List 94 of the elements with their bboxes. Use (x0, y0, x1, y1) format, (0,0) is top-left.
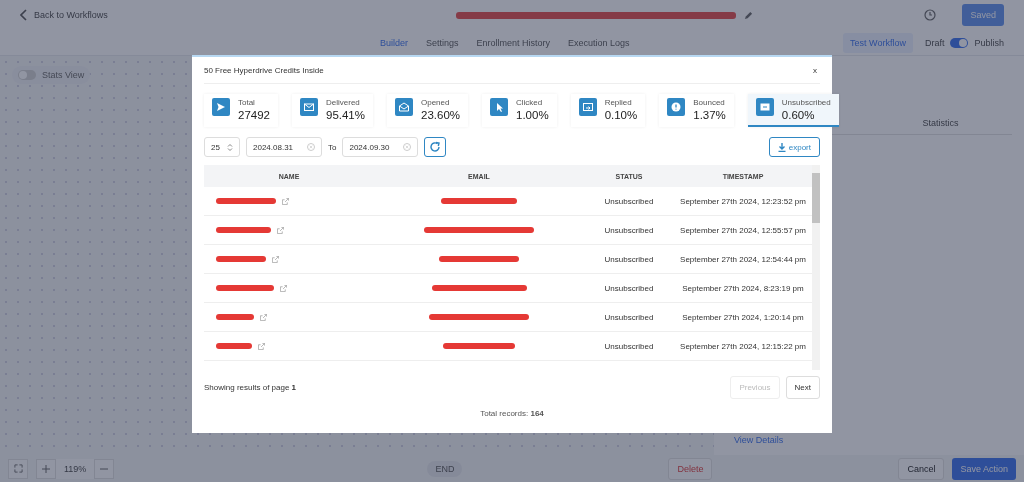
stat-value: 1.37% (693, 109, 726, 121)
table-cell-text: Unsubscribed (603, 196, 655, 206)
modal-title: 50 Free Hyperdrive Credits Inside (204, 65, 324, 75)
publish-label: Publish (974, 37, 1004, 48)
stat-label: Bounced (693, 98, 726, 107)
envelope-minus-icon (755, 98, 774, 116)
redaction-mark (216, 227, 271, 233)
stat-label: Delivered (326, 98, 361, 107)
plus-icon (42, 464, 50, 473)
draft-label: Draft (924, 37, 945, 48)
back-link[interactable]: Back to Workflows (20, 9, 108, 21)
table-cell-text: September 27th 2024, 1:20:14 pm (681, 312, 805, 322)
table-cell-text: Unsubscribed (603, 341, 655, 351)
publish-toggle[interactable] (950, 37, 969, 48)
chevron-left-icon (20, 9, 28, 21)
statistics-tab[interactable]: Statistics (869, 112, 1012, 135)
redaction-mark (216, 285, 274, 291)
clear-icon (403, 143, 412, 151)
total-records: Total records: 164 (480, 409, 544, 418)
pencil-icon (743, 10, 753, 20)
paper-plane-icon (212, 98, 230, 116)
external-link-icon[interactable] (280, 284, 287, 292)
cancel-button[interactable]: Cancel (898, 457, 945, 480)
stat-label: Clicked (516, 98, 544, 107)
external-link-icon[interactable] (260, 313, 267, 321)
stat-card[interactable]: Delivered 95.41% (292, 94, 373, 127)
redaction-mark (443, 343, 515, 349)
table-cell-text: September 27th 2024, 12:54:44 pm (679, 254, 807, 264)
external-link-icon[interactable] (282, 197, 289, 205)
page-size-field[interactable]: 25 (204, 137, 240, 157)
external-link-icon[interactable] (272, 255, 279, 263)
close-button[interactable]: x (810, 63, 820, 77)
redaction-mark (216, 198, 276, 204)
table-cell-text: September 27th 2024, 8:23:19 pm (681, 283, 805, 293)
refresh-icon (429, 141, 442, 153)
stat-label: Opened (421, 98, 451, 107)
nav-tab[interactable]: Builder (380, 33, 408, 52)
redaction-mark (216, 314, 254, 320)
external-link-icon[interactable] (277, 226, 284, 234)
stat-value: 0.60% (781, 109, 816, 121)
table-cell-text: September 27th 2024, 12:15:22 pm (679, 341, 807, 351)
zoom-level: 119% (63, 463, 88, 474)
expand-icon (13, 464, 23, 473)
download-icon (777, 142, 786, 152)
redaction-mark (216, 256, 266, 262)
stat-label: Total (238, 98, 256, 107)
next-button[interactable]: Next (785, 376, 820, 399)
stats-view-label: Stats View (42, 70, 85, 80)
view-details-link[interactable]: View Details (726, 431, 1012, 449)
zoom-out-button[interactable] (94, 458, 115, 479)
end-node: END (427, 460, 463, 477)
spinner-arrows-icon (227, 142, 233, 152)
table-cell-text: Unsubscribed (603, 225, 655, 235)
stat-label: Unsubscribed (781, 98, 831, 107)
stat-label: Replied (604, 98, 633, 107)
fullscreen-button[interactable] (8, 458, 28, 479)
stat-card[interactable]: Replied 0.10% (570, 94, 646, 127)
table-cell-text: September 27th 2024, 12:23:52 pm (679, 196, 807, 206)
test-workflow-button[interactable]: Test Workflow (843, 32, 913, 53)
stat-card[interactable]: Total 27492 (204, 94, 278, 127)
table-cell-text: Unsubscribed (603, 254, 655, 264)
stat-value: 0.10% (604, 109, 638, 121)
saved-button[interactable]: Saved (962, 4, 1004, 26)
stat-card[interactable]: Opened 23.60% (387, 94, 468, 127)
open-envelope-icon (395, 98, 413, 116)
stat-card[interactable]: Unsubscribed 0.60% (747, 94, 839, 127)
table-cell-text: Unsubscribed (603, 283, 655, 293)
nav-tab[interactable]: Enrollment History (476, 33, 551, 52)
page-summary: Showing results of page 1 (204, 383, 297, 392)
to-label: To (328, 142, 337, 152)
cursor-icon (490, 98, 508, 116)
stat-value: 1.00% (516, 109, 549, 121)
clock-icon[interactable] (924, 9, 937, 21)
stat-value: 95.41% (326, 109, 365, 121)
start-date-field[interactable]: 2024.08.31 (246, 137, 322, 157)
stat-value: 23.60% (421, 109, 460, 121)
scrollbar[interactable] (812, 165, 820, 370)
stat-card[interactable]: Bounced 1.37% (659, 94, 734, 127)
save-action-button[interactable]: Save Action (952, 457, 1016, 480)
table-cell-text: September 27th 2024, 12:55:57 pm (679, 225, 807, 235)
nav-tab[interactable]: Settings (426, 33, 459, 52)
stat-card[interactable]: Clicked 1.00% (482, 94, 557, 127)
refresh-button[interactable] (424, 137, 447, 157)
export-button[interactable]: export (768, 137, 820, 157)
nav-tab[interactable]: Execution Logs (568, 33, 630, 52)
clear-icon (307, 143, 315, 151)
redaction-mark (216, 343, 252, 349)
external-link-icon[interactable] (258, 342, 265, 350)
stat-value: 27492 (238, 109, 270, 121)
alert-icon (667, 98, 686, 116)
delete-button[interactable]: Delete (668, 457, 713, 480)
table-cell-text: Unsubscribed (603, 312, 655, 322)
end-date-field[interactable]: 2024.09.30 (342, 137, 419, 157)
zoom-in-button[interactable] (36, 458, 56, 479)
